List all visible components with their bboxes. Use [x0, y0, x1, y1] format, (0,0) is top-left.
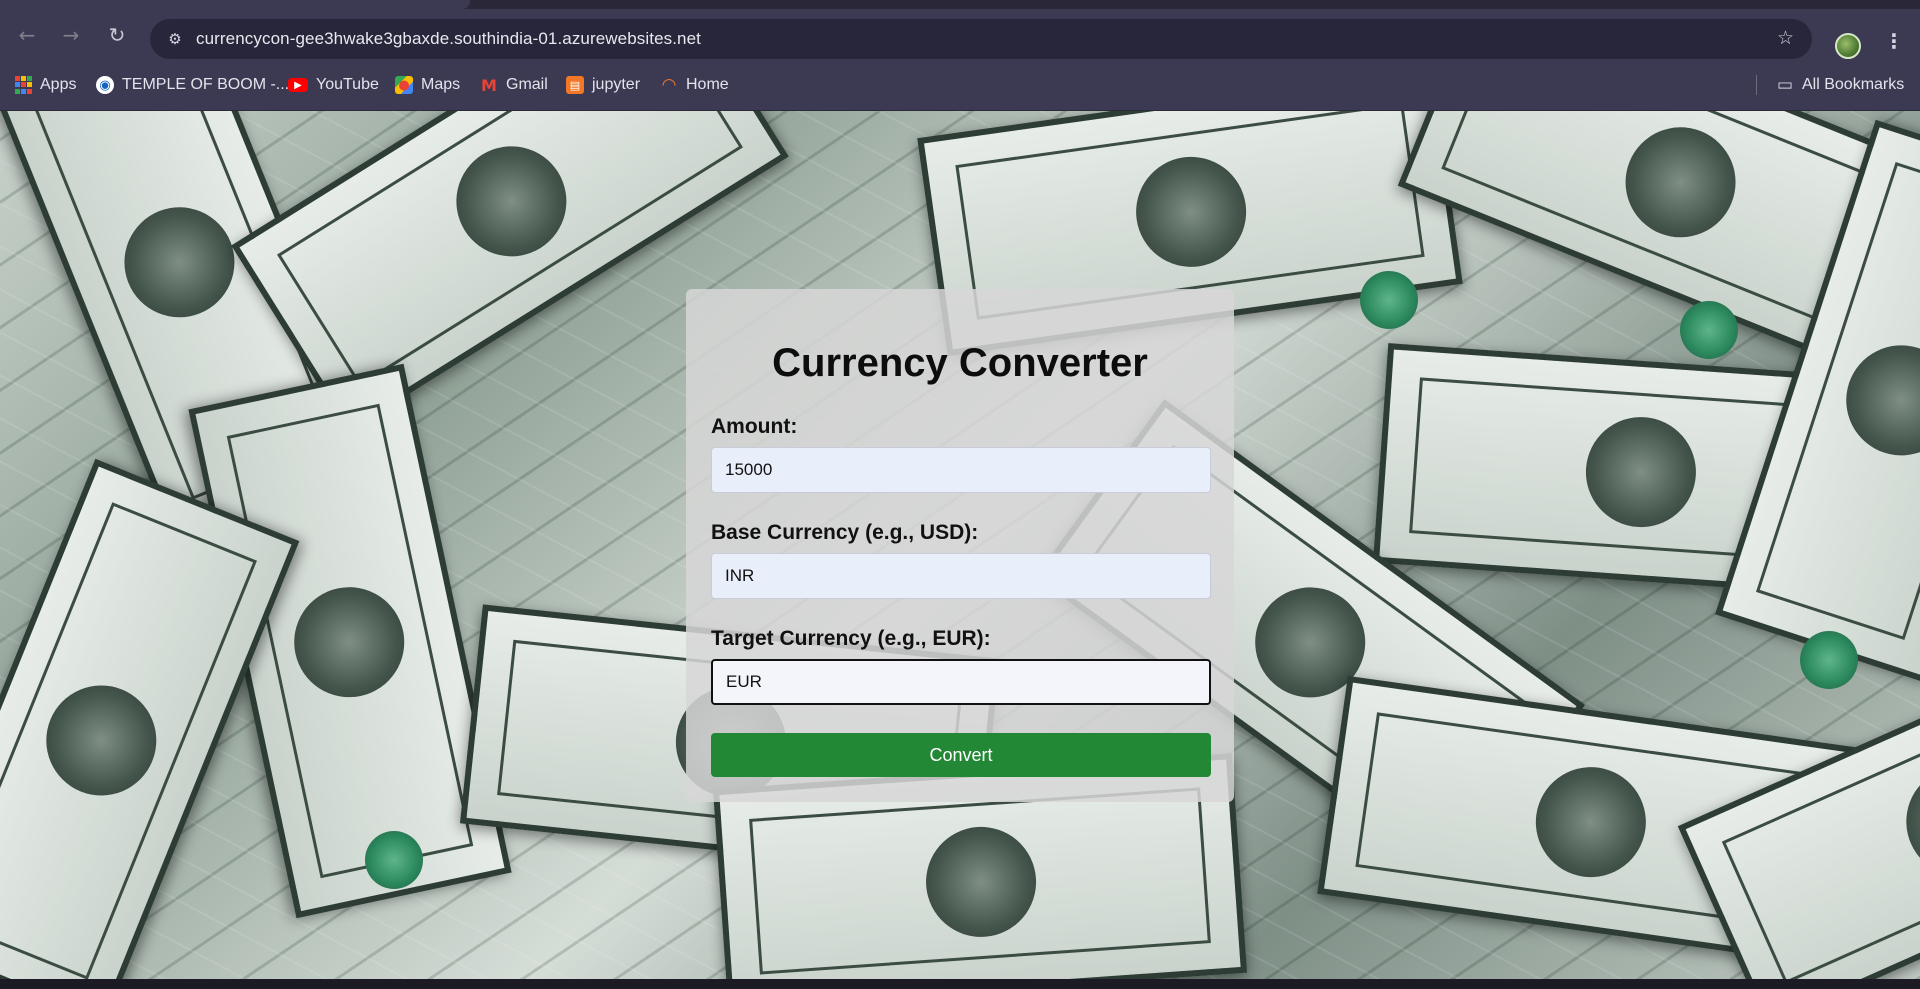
- bookmark-gmail[interactable]: M Gmail: [480, 74, 548, 96]
- bookmark-label: YouTube: [316, 76, 379, 93]
- bookmark-label: Apps: [40, 76, 77, 93]
- forward-arrow-icon[interactable]: →: [57, 21, 85, 49]
- bookmark-label: Maps: [421, 76, 461, 93]
- bookmark-temple-of-boom[interactable]: ◉ TEMPLE OF BOOM -...: [96, 74, 289, 96]
- currency-converter-form: Currency Converter Amount: Base Currency…: [686, 289, 1234, 802]
- convert-button[interactable]: Convert: [711, 733, 1211, 777]
- treasury-seal-image: [1680, 301, 1738, 359]
- target-currency-input[interactable]: [711, 659, 1211, 705]
- bookmarks-bar: Apps ◉ TEMPLE OF BOOM -... ▶ YouTube ● M…: [0, 59, 1920, 111]
- bookmark-label: TEMPLE OF BOOM -...: [122, 76, 290, 93]
- amount-input[interactable]: [711, 447, 1211, 493]
- bookmark-jupyter[interactable]: ▤ jupyter: [566, 74, 640, 96]
- bookmark-maps[interactable]: ● Maps: [395, 74, 460, 96]
- all-bookmarks-button[interactable]: ▭ All Bookmarks: [1776, 74, 1904, 96]
- browser-toolbar: ← → ↻ ⚙ currencycon-gee3hwake3gbaxde.sou…: [0, 9, 1920, 59]
- home-site-icon: ◠: [661, 75, 677, 95]
- all-bookmarks-label: All Bookmarks: [1802, 76, 1905, 93]
- treasury-seal-image: [1360, 271, 1418, 329]
- reload-icon[interactable]: ↻: [103, 21, 131, 49]
- amount-label: Amount:: [711, 415, 798, 438]
- jupyter-icon: ▤: [566, 76, 584, 94]
- apps-grid-icon: [14, 76, 32, 94]
- address-bar[interactable]: ⚙ currencycon-gee3hwake3gbaxde.southindi…: [150, 19, 1812, 59]
- bookmark-youtube[interactable]: ▶ YouTube: [288, 74, 379, 96]
- bookmarks-divider: [1756, 75, 1757, 95]
- bookmark-home[interactable]: ◠ Home: [660, 74, 729, 96]
- status-strip: [0, 979, 1920, 989]
- active-tab-edge[interactable]: [0, 0, 470, 9]
- bookmark-star-icon[interactable]: ☆: [1777, 27, 1794, 49]
- profile-avatar[interactable]: [1835, 33, 1861, 59]
- url-text[interactable]: currencycon-gee3hwake3gbaxde.southindia-…: [196, 29, 701, 49]
- treasury-seal-image: [1800, 631, 1858, 689]
- browser-menu-icon[interactable]: ⋮: [1884, 29, 1904, 53]
- maps-icon: ●: [395, 76, 413, 94]
- bookmark-label: Gmail: [506, 76, 548, 93]
- gmail-icon: M: [481, 75, 497, 95]
- bookmark-label: Home: [686, 76, 729, 93]
- site-info-icon[interactable]: ⚙: [164, 28, 186, 50]
- youtube-icon: ▶: [288, 78, 308, 92]
- temple-of-boom-icon: ◉: [96, 76, 114, 94]
- folder-icon: ▭: [1776, 75, 1794, 95]
- treasury-seal-image: [365, 831, 423, 889]
- tab-strip: [0, 0, 1920, 9]
- target-currency-label: Target Currency (e.g., EUR):: [711, 627, 991, 650]
- base-currency-label: Base Currency (e.g., USD):: [711, 521, 979, 544]
- page-title: Currency Converter: [772, 341, 1148, 385]
- base-currency-input[interactable]: [711, 553, 1211, 599]
- back-arrow-icon[interactable]: ←: [13, 21, 41, 49]
- bookmark-apps[interactable]: Apps: [14, 74, 76, 96]
- bookmark-label: jupyter: [592, 76, 641, 93]
